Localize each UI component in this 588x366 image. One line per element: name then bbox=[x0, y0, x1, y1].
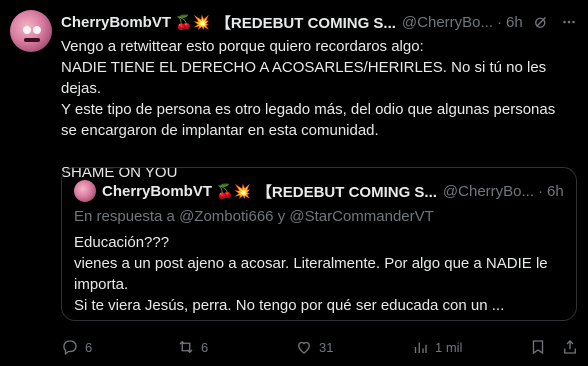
author-suffix[interactable]: 【REDEBUT COMING S... bbox=[216, 12, 396, 33]
quote-avatar[interactable] bbox=[74, 180, 96, 202]
reply-button[interactable]: 6 bbox=[61, 338, 92, 356]
separator-dot: · bbox=[497, 13, 503, 31]
avatar-mouth bbox=[24, 38, 40, 42]
retweet-button[interactable]: 6 bbox=[177, 338, 208, 356]
grok-icon[interactable] bbox=[532, 13, 550, 31]
views-button[interactable]: 1 mil bbox=[411, 338, 462, 356]
reply-context: En respuesta a @Zomboti666 y @StarComman… bbox=[74, 208, 434, 225]
views-icon bbox=[411, 338, 429, 356]
avatar-eye bbox=[23, 26, 31, 34]
like-count: 31 bbox=[319, 339, 334, 355]
bookmark-icon bbox=[529, 338, 547, 356]
author-handle[interactable]: @CherryBo... bbox=[402, 14, 493, 31]
header-icons bbox=[532, 13, 578, 31]
quote-author-name: CherryBombVT bbox=[102, 182, 213, 200]
retweet-icon bbox=[177, 338, 195, 356]
timestamp[interactable]: 6h bbox=[506, 14, 523, 31]
avatar[interactable] bbox=[10, 10, 52, 52]
reply-count: 6 bbox=[85, 339, 93, 355]
quote-author-emoji: 🍒💥 bbox=[216, 182, 251, 199]
reply-icon bbox=[61, 338, 79, 356]
quoted-tweet[interactable]: CherryBombVT 🍒💥 【REDEBUT COMING S... @Ch… bbox=[61, 167, 577, 321]
like-icon bbox=[295, 338, 313, 356]
tweet-header: CherryBombVT 🍒💥 【REDEBUT COMING S... @Ch… bbox=[61, 12, 578, 32]
reply-mention-2[interactable]: @StarCommanderVT bbox=[289, 208, 433, 225]
separator-dot: · bbox=[538, 182, 544, 200]
like-button[interactable]: 31 bbox=[295, 338, 333, 356]
tweet[interactable]: CherryBombVT 🍒💥 【REDEBUT COMING S... @Ch… bbox=[0, 0, 588, 366]
retweet-count: 6 bbox=[201, 339, 209, 355]
bookmark-button[interactable] bbox=[529, 338, 547, 356]
quote-timestamp: 6h bbox=[547, 182, 564, 200]
reply-mention-1[interactable]: @Zomboti666 bbox=[179, 208, 273, 225]
reply-and: y bbox=[277, 208, 286, 225]
author-emoji: 🍒💥 bbox=[175, 13, 210, 30]
quote-text: Educación??? vienes a un post ajeno a ac… bbox=[74, 234, 548, 314]
avatar-eye bbox=[33, 26, 41, 34]
share-button[interactable] bbox=[561, 338, 579, 356]
action-bar: 6 6 31 1 mil bbox=[61, 336, 581, 358]
tweet-text: Vengo a retwittear esto porque quiero re… bbox=[61, 38, 556, 181]
share-icon bbox=[561, 338, 579, 356]
more-icon[interactable] bbox=[560, 13, 578, 31]
quote-author-handle: @CherryBo... bbox=[442, 182, 535, 200]
quote-author-suffix: 【REDEBUT COMING S... bbox=[256, 183, 437, 201]
reply-prefix: En respuesta a bbox=[74, 208, 175, 225]
quote-header: CherryBombVT 🍒💥 【REDEBUT COMING S... @Ch… bbox=[102, 181, 564, 201]
author-name[interactable]: CherryBombVT bbox=[61, 14, 171, 31]
views-count: 1 mil bbox=[435, 339, 463, 355]
